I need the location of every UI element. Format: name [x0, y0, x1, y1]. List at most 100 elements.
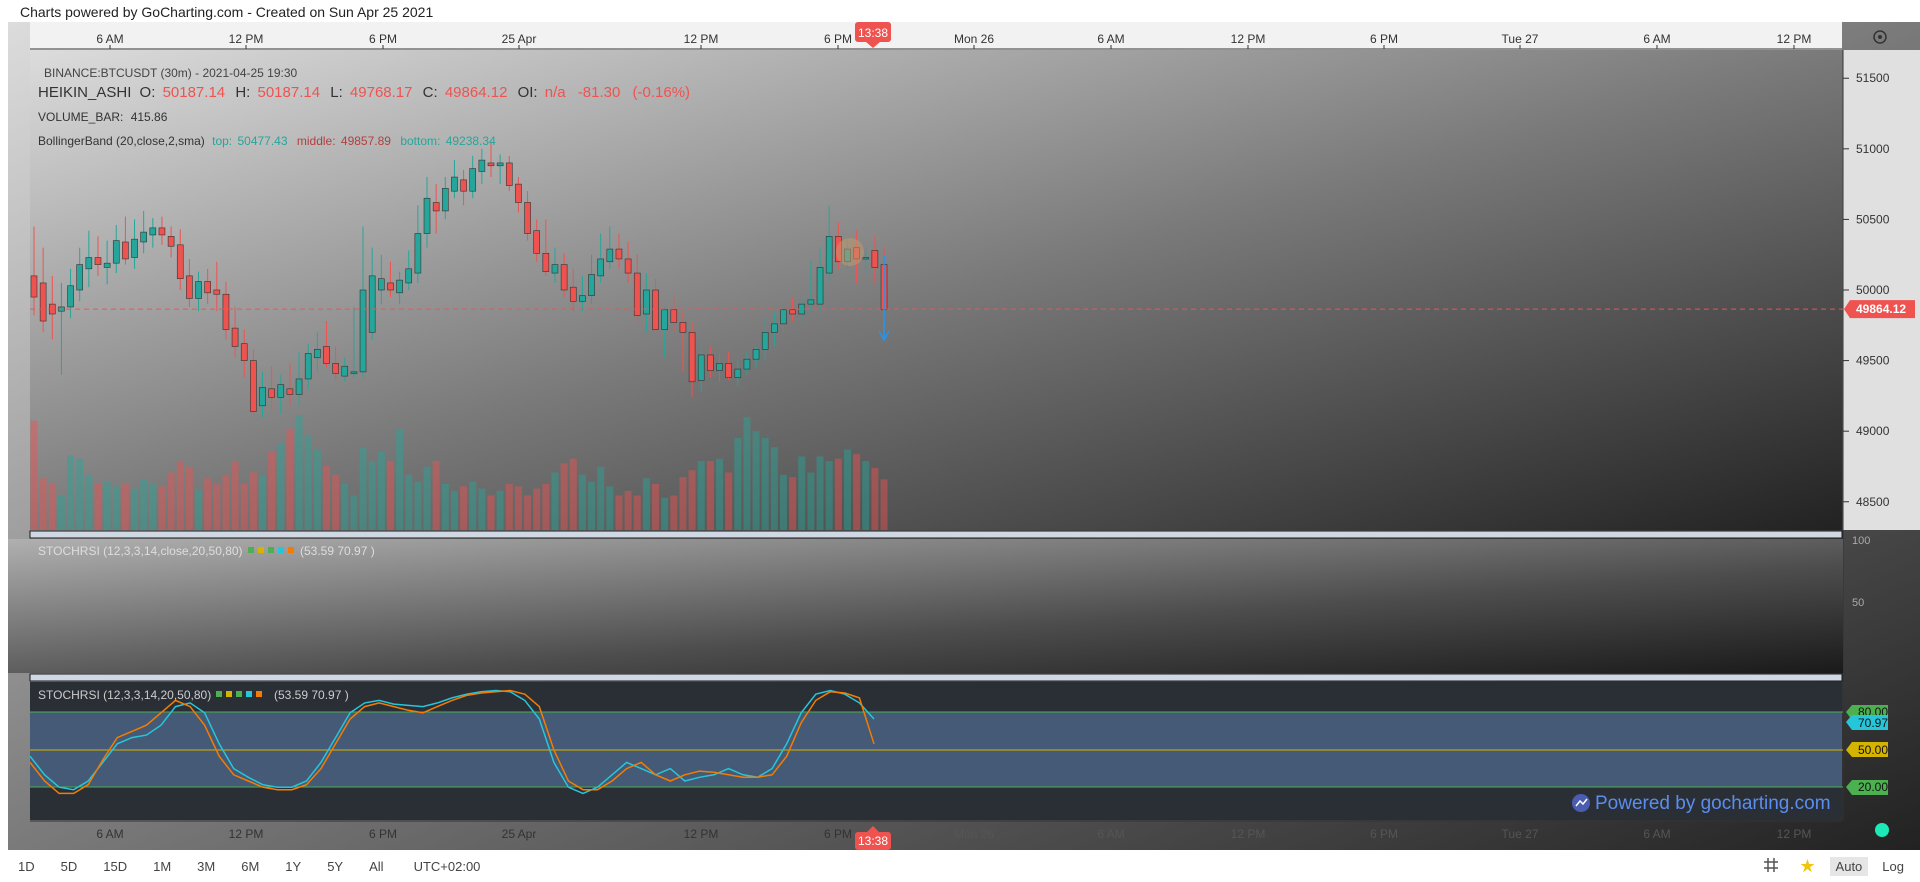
time-tick-top-3: 25 Apr: [502, 32, 537, 46]
time-tick-bottom-8: 12 PM: [1231, 827, 1266, 841]
stoch2-label: STOCHRSI (12,3,3,14,20,50,80): [38, 688, 211, 702]
volume-bar: [103, 481, 111, 530]
time-tick-bottom-9: 6 PM: [1370, 827, 1398, 841]
time-tick-top-9: 6 PM: [1370, 32, 1398, 46]
grid-icon[interactable]: [1757, 855, 1785, 878]
candle-body: [697, 354, 705, 381]
tf-6m[interactable]: 6M: [233, 859, 267, 874]
tf-3m[interactable]: 3M: [189, 859, 223, 874]
auto-scale-toggle[interactable]: Auto: [1829, 856, 1869, 876]
candle-body: [359, 289, 367, 373]
candle-body: [176, 244, 184, 280]
volume-bar: [423, 466, 431, 530]
svg-text:13:38: 13:38: [858, 26, 888, 40]
star-icon[interactable]: ★: [1793, 854, 1821, 879]
pane-separator-1[interactable]: [29, 530, 1843, 539]
volume-bar: [843, 449, 851, 530]
candle-body: [167, 236, 175, 247]
candle-body: [67, 285, 74, 308]
candle-body: [231, 327, 239, 347]
time-tick-top-7: 6 AM: [1097, 32, 1124, 46]
candle-body: [460, 179, 467, 192]
price-tick-4: 49500: [1856, 354, 1890, 368]
volume-bar: [441, 484, 449, 530]
time-tick-bottom-11: 6 AM: [1643, 827, 1670, 841]
candle-body: [716, 363, 723, 371]
time-tick-bottom-0: 6 AM: [96, 827, 123, 841]
candle-body: [496, 162, 504, 167]
candle-body: [670, 309, 678, 323]
volume-bar: [57, 495, 65, 530]
volume-bar: [295, 415, 303, 530]
volume-bar: [862, 461, 870, 530]
svg-text:50.00: 50.00: [1858, 743, 1888, 757]
tf-5d[interactable]: 5D: [53, 859, 86, 874]
candle-body: [250, 360, 257, 412]
volume-bar: [514, 486, 522, 530]
time-tick-top-10: Tue 27: [1502, 32, 1539, 46]
volume-bar: [286, 428, 294, 530]
candle-body: [606, 248, 614, 263]
candle-body: [624, 258, 632, 274]
volume-bar: [195, 489, 203, 530]
volume-bar: [871, 467, 879, 530]
candle-body: [277, 384, 285, 398]
volume-bar: [469, 481, 477, 530]
candle-body: [707, 354, 714, 371]
time-tick-bottom-7: 6 AM: [1097, 827, 1124, 841]
tf-5y[interactable]: 5Y: [319, 859, 351, 874]
candle-body: [85, 257, 93, 270]
candle-body: [158, 227, 166, 236]
highlight-marker: [836, 238, 864, 266]
candle-body: [780, 309, 787, 325]
candle-body: [615, 248, 623, 260]
candle-body: [423, 197, 431, 234]
pane-separator-2[interactable]: [29, 673, 1843, 682]
candle-body: [396, 279, 403, 294]
volume-bar: [359, 447, 367, 530]
volume-bar: [606, 486, 614, 530]
time-tick-bottom-3: 25 Apr: [502, 827, 537, 841]
candle-body: [30, 275, 38, 298]
volume-bar: [807, 472, 815, 530]
candle-body: [734, 368, 742, 378]
timezone-selector[interactable]: UTC+02:00: [414, 859, 481, 874]
volume-bar: [825, 461, 833, 530]
candle-body: [807, 299, 815, 305]
candle-body: [332, 363, 339, 374]
volume-bar: [661, 497, 669, 530]
volume-bar: [259, 474, 266, 530]
candle-body: [286, 388, 294, 395]
candle-body: [131, 238, 138, 258]
tf-15d[interactable]: 15D: [95, 859, 135, 874]
volume-bar: [505, 484, 513, 530]
time-tick-top-8: 12 PM: [1231, 32, 1266, 46]
volume-bar: [624, 490, 632, 530]
candle-body: [688, 332, 696, 383]
volume-bar: [48, 484, 56, 530]
volume-bar: [853, 454, 861, 530]
legend-bollinger: BollingerBand (20,close,2,sma) top: 5047…: [38, 134, 496, 148]
candle-body: [213, 289, 221, 295]
candle-body: [368, 275, 376, 333]
tf-1y[interactable]: 1Y: [277, 859, 309, 874]
candle-body: [871, 250, 879, 268]
tf-1d[interactable]: 1D: [10, 859, 43, 874]
volume-bar: [414, 481, 422, 530]
candle-body: [378, 278, 385, 291]
log-scale-toggle[interactable]: Log: [1876, 857, 1910, 876]
watermark: Powered by gocharting.com: [1572, 793, 1831, 814]
candle-body: [569, 286, 577, 302]
volume-bar: [332, 474, 340, 530]
candle-body: [387, 282, 394, 291]
candle-body: [789, 309, 796, 315]
time-tick-bottom-12: 12 PM: [1777, 827, 1812, 841]
bottom-toolbar: 1D 5D 15D 1M 3M 6M 1Y 5Y All UTC+02:00 ★…: [0, 850, 1920, 882]
tf-1m[interactable]: 1M: [145, 859, 179, 874]
volume-bar: [533, 488, 541, 530]
volume-bar: [652, 484, 660, 530]
price-chart[interactable]: 6 AM 12 PM 6 PM 25 Apr 12 PM 6 PM Mon 26 6 AM 12…: [0, 0, 1920, 850]
volume-bar: [396, 428, 404, 530]
tf-all[interactable]: All: [361, 859, 391, 874]
svg-text:70.97: 70.97: [1858, 716, 1888, 730]
